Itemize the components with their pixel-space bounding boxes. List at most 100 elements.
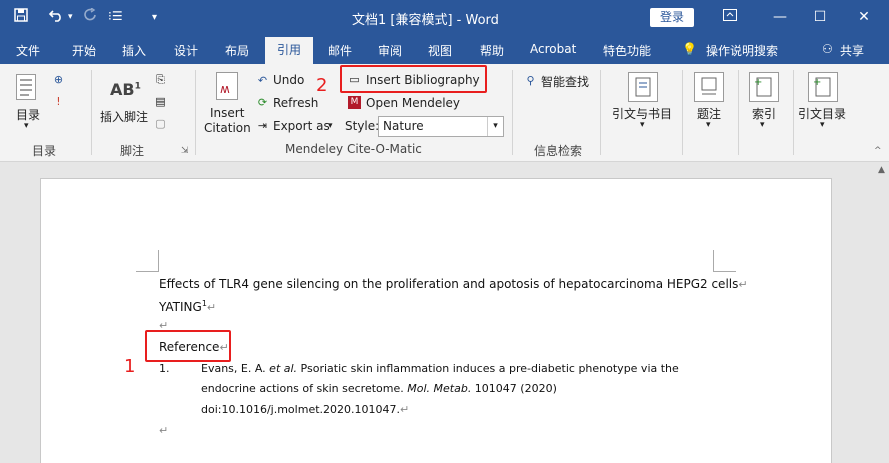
ref-etal: et al. <box>269 362 298 375</box>
margin-corner-mark <box>713 250 714 272</box>
svg-text:+: + <box>813 77 821 88</box>
tell-me-search[interactable]: 操作说明搜索 <box>706 42 778 59</box>
ref-title-part2: endocrine actions of skin secretome. <box>201 382 408 395</box>
style-select[interactable]: Nature ▾ <box>378 116 504 137</box>
reference-line-3[interactable]: doi:10.1016/j.molmet.2020.101047.↵ <box>201 403 409 416</box>
tab-file[interactable]: 文件 <box>16 42 40 59</box>
tab-insert[interactable]: 插入 <box>122 42 146 59</box>
highlight-box-reference <box>145 330 231 362</box>
group-label-research: 信息检索 <box>534 144 583 158</box>
group-divider <box>91 70 92 155</box>
update-table-icon[interactable]: ! <box>52 95 65 108</box>
index-dropdown-icon[interactable]: ▾ <box>760 120 765 130</box>
add-text-icon[interactable]: ⊕ <box>52 73 65 86</box>
tab-view[interactable]: 视图 <box>428 42 452 59</box>
export-dropdown-icon[interactable]: ▾ <box>328 121 333 131</box>
captions-dropdown-icon[interactable]: ▾ <box>706 120 711 130</box>
citations-bibliography-icon[interactable] <box>628 72 658 102</box>
toc-dropdown-icon[interactable]: ▾ <box>24 121 29 131</box>
insert-footnote-icon[interactable]: AB1 <box>110 80 141 99</box>
svg-text:ʍ: ʍ <box>220 82 230 96</box>
margin-corner-mark <box>713 271 736 272</box>
author-name: YATING <box>159 300 202 314</box>
tab-mailings[interactable]: 邮件 <box>328 42 352 59</box>
ref-title-part1: Psoriatic skin inflammation induces a pr… <box>297 362 679 375</box>
ref-doi: doi:10.1016/j.molmet.2020.101047. <box>201 403 400 416</box>
tab-references[interactable]: 引用 <box>265 37 313 65</box>
smart-lookup-button[interactable]: 智能查找 <box>541 73 589 90</box>
tab-design[interactable]: 设计 <box>174 42 198 59</box>
ref-volume-year: 101047 (2020) <box>471 382 557 395</box>
next-footnote-icon[interactable]: ▤ <box>154 95 167 108</box>
ref-authors: Evans, E. A. <box>201 362 270 375</box>
undo-mendeley-button[interactable]: Undo <box>273 73 304 87</box>
paragraph-mark: ↵ <box>400 403 410 416</box>
group-divider <box>195 70 196 155</box>
group-divider <box>793 70 794 155</box>
minimize-icon[interactable]: — <box>768 6 792 28</box>
open-mendeley-button[interactable]: Open Mendeley <box>366 96 460 110</box>
group-label-toc: 目录 <box>32 144 57 158</box>
refresh-icon[interactable]: ⟳ <box>256 96 269 109</box>
margin-corner-mark <box>136 271 159 272</box>
margin-corner-mark <box>158 250 159 272</box>
customize-toolbar-icon[interactable]: ▾ <box>152 12 157 23</box>
table-of-contents-icon[interactable] <box>16 74 36 100</box>
ribbon-tabs: 文件 开始 插入 设计 布局 邮件 审阅 视图 帮助 Acrobat 特色功能 … <box>0 36 889 64</box>
group-divider <box>682 70 683 155</box>
export-as-button[interactable]: Export as <box>273 119 330 133</box>
annotation-number-2: 2 <box>316 75 328 96</box>
lightbulb-icon: 💡 <box>682 42 697 56</box>
window-title: 文档1 [兼容模式] - Word <box>352 13 499 28</box>
group-divider <box>600 70 601 155</box>
save-icon[interactable] <box>14 8 28 26</box>
tab-layout[interactable]: 布局 <box>225 42 249 59</box>
tab-review[interactable]: 审阅 <box>378 42 402 59</box>
export-icon[interactable]: ⇥ <box>256 119 269 132</box>
insert-citation-label-2[interactable]: Citation <box>204 121 251 135</box>
reference-line-1[interactable]: Evans, E. A. et al. Psoriatic skin infla… <box>201 362 679 375</box>
reference-line-2[interactable]: endocrine actions of skin secretome. Mol… <box>201 382 557 395</box>
chevron-down-icon[interactable]: ▾ <box>487 117 503 136</box>
share-button[interactable]: 共享 <box>840 42 864 59</box>
group-divider <box>738 70 739 155</box>
dialog-launcher-icon[interactable]: ⇲ <box>181 146 189 156</box>
captions-icon[interactable] <box>694 72 724 102</box>
tab-acrobat[interactable]: Acrobat <box>530 42 576 56</box>
author-line[interactable]: YATING1↵ <box>159 299 216 314</box>
document-title[interactable]: Effects of TLR4 gene silencing on the pr… <box>159 277 748 291</box>
tab-home[interactable]: 开始 <box>72 42 96 59</box>
mendeley-citation-icon[interactable]: ʍ <box>216 72 238 100</box>
undo-icon[interactable] <box>48 8 64 26</box>
collapse-ribbon-icon[interactable]: ^ <box>874 146 882 156</box>
insert-footnote-button[interactable]: 插入脚注 <box>100 108 148 125</box>
paragraph-mark: ↵ <box>206 301 217 314</box>
insert-citation-label-1[interactable]: Insert <box>210 106 244 120</box>
undo-dropdown-icon[interactable]: ▾ <box>68 12 73 22</box>
insert-endnote-icon[interactable]: ⎘ <box>154 73 167 86</box>
index-icon[interactable]: + <box>749 72 779 102</box>
svg-text:+: + <box>754 77 762 88</box>
format-list-icon[interactable]: ⁝☰ <box>108 9 123 23</box>
style-label: Style: <box>345 119 380 133</box>
undo-mendeley-icon[interactable]: ↶ <box>256 74 269 87</box>
citations-dropdown-icon[interactable]: ▾ <box>640 120 645 130</box>
tab-help[interactable]: 帮助 <box>480 42 504 59</box>
group-divider <box>512 70 513 155</box>
table-of-authorities-icon[interactable]: + <box>808 72 838 102</box>
toa-dropdown-icon[interactable]: ▾ <box>820 120 825 130</box>
smart-lookup-icon[interactable]: ⚲ <box>524 74 537 87</box>
share-icon[interactable]: ⚇ <box>822 42 833 56</box>
style-select-value: Nature <box>383 119 424 133</box>
tab-special-features[interactable]: 特色功能 <box>603 42 651 59</box>
refresh-button[interactable]: Refresh <box>273 96 318 110</box>
login-button[interactable]: 登录 <box>650 8 694 27</box>
show-notes-icon: ▢ <box>155 117 166 130</box>
maximize-icon[interactable]: ☐ <box>808 6 832 28</box>
ribbon-display-icon[interactable] <box>718 6 742 28</box>
vertical-scrollbar[interactable]: ▲ <box>876 163 889 463</box>
mendeley-logo-icon[interactable]: M <box>348 96 361 109</box>
scroll-up-icon[interactable]: ▲ <box>878 165 885 175</box>
annotation-number-1: 1 <box>124 356 136 377</box>
close-icon[interactable]: ✕ <box>852 6 876 28</box>
